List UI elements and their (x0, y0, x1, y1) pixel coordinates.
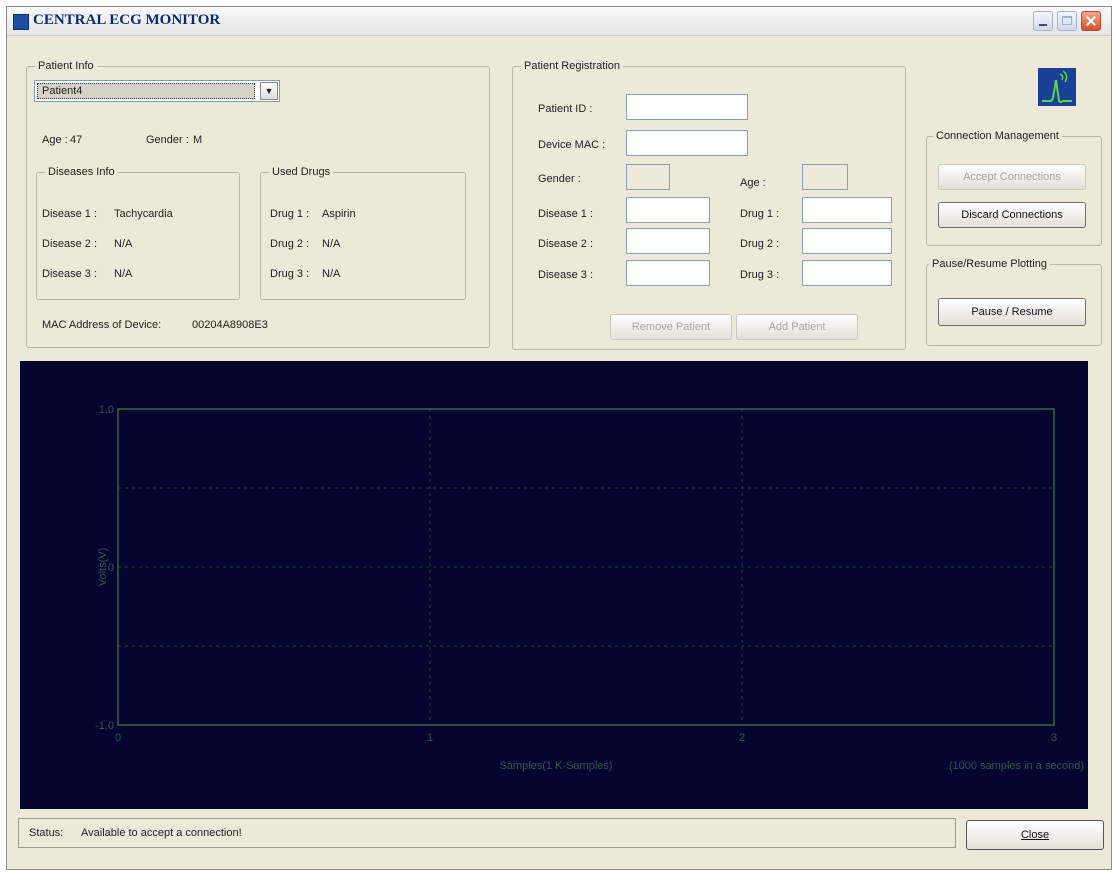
y-axis-label: Volts(V) (97, 548, 109, 587)
disease2-input[interactable] (626, 228, 710, 254)
patient-id-label: Patient ID : (538, 103, 593, 115)
patient-registration-legend: Patient Registration (521, 59, 623, 73)
status-bar: Status: Available to accept a connection… (18, 818, 956, 848)
drug1-value: Aspirin (322, 208, 356, 220)
disease3-label: Disease 3 : (42, 268, 98, 280)
diseases-info-legend: Diseases Info (45, 165, 118, 179)
close-window-button[interactable] (1081, 11, 1101, 31)
disease2-input-label: Disease 2 : (538, 238, 594, 250)
drug2-label: Drug 2 : (270, 238, 310, 250)
discard-connections-button[interactable]: Discard Connections (938, 202, 1086, 228)
device-mac-input[interactable] (626, 130, 748, 156)
patient-info-legend: Patient Info (35, 59, 97, 73)
status-text: Available to accept a connection! (81, 827, 242, 839)
drug2-input[interactable] (802, 228, 892, 254)
drug2-value: N/A (322, 238, 341, 250)
drug3-input-label: Drug 3 : (740, 269, 780, 281)
ecg-plot: 0 1 2 3 1.0 0 -1.0 Samples(1 K-Samples) (1000 sa… (20, 361, 1088, 809)
gender-input-label: Gender : (538, 173, 581, 185)
x-tick-label: 2 (739, 732, 745, 744)
device-mac-label: Device MAC : (538, 139, 606, 151)
remove-patient-button[interactable]: Remove Patient (610, 314, 732, 340)
used-drugs-legend: Used Drugs (269, 165, 334, 179)
disease1-value: Tachycardia (114, 208, 173, 220)
add-patient-button[interactable]: Add Patient (736, 314, 858, 340)
connection-management-legend: Connection Management (933, 129, 1062, 143)
patient-select[interactable]: Patient4 ▼ (34, 80, 280, 102)
disease1-label: Disease 1 : (42, 208, 98, 220)
drug3-input[interactable] (802, 260, 892, 286)
app-logo (1038, 68, 1076, 106)
disease3-input[interactable] (626, 260, 710, 286)
disease1-input-label: Disease 1 : (538, 208, 594, 220)
age-input-label: Age : (740, 177, 766, 189)
drug3-label: Drug 3 : (270, 268, 310, 280)
drug1-input-label: Drug 1 : (740, 208, 780, 220)
x-tick-label: 3 (1051, 732, 1057, 744)
chart-annotation: (1000 samples in a second) (949, 760, 1084, 772)
disease1-input[interactable] (626, 197, 710, 223)
accept-connections-button[interactable]: Accept Connections (938, 164, 1086, 190)
app-icon (13, 14, 29, 30)
age-input[interactable] (802, 164, 848, 190)
age-value: 47 (70, 134, 83, 146)
connection-management-group: Connection Management (926, 129, 1102, 246)
antenna-icon (1042, 70, 1072, 103)
maximize-button[interactable] (1057, 11, 1077, 31)
window-title: CENTRAL ECG MONITOR (33, 12, 221, 28)
drug3-value: N/A (322, 268, 341, 280)
disease3-input-label: Disease 3 : (538, 269, 594, 281)
disease2-label: Disease 2 : (42, 238, 98, 250)
status-label: Status: (29, 827, 64, 839)
y-tick-label: -1.0 (95, 720, 114, 732)
mac-address-value: 00204A8908E3 (192, 319, 268, 331)
drug1-input[interactable] (802, 197, 892, 223)
x-tick-label: 1 (427, 732, 433, 744)
patient-id-input[interactable] (626, 94, 748, 120)
gender-label: Gender : (146, 134, 189, 146)
close-button-label: Close (1020, 829, 1050, 841)
ecg-chart: 0 1 2 31.00-1.0Samples(1 K-Samples) (1000 sa… (95, 404, 1084, 772)
title-bar[interactable]: CENTRAL ECG MONITOR (7, 7, 1111, 36)
gender-input[interactable] (626, 164, 670, 190)
x-axis-label: Samples(1 K-Samples) (499, 760, 612, 772)
chevron-down-icon[interactable]: ▼ (260, 82, 278, 100)
pause-resume-button[interactable]: Pause / Resume (938, 298, 1086, 326)
disease2-value: N/A (114, 238, 133, 250)
x-tick-label: 0 (115, 732, 121, 744)
disease3-value: N/A (114, 268, 133, 280)
y-tick-label: 1.0 (99, 404, 114, 416)
mac-address-label: MAC Address of Device: (42, 319, 162, 331)
patient-select-value: Patient4 (37, 83, 255, 99)
pause-resume-legend: Pause/Resume Plotting (929, 257, 1050, 271)
drug1-label: Drug 1 : (270, 208, 310, 220)
age-label: Age : (42, 134, 68, 146)
drug2-input-label: Drug 2 : (740, 238, 780, 250)
gender-value: M (193, 134, 203, 146)
close-button[interactable]: Close (966, 820, 1104, 850)
minimize-button[interactable] (1033, 11, 1053, 31)
